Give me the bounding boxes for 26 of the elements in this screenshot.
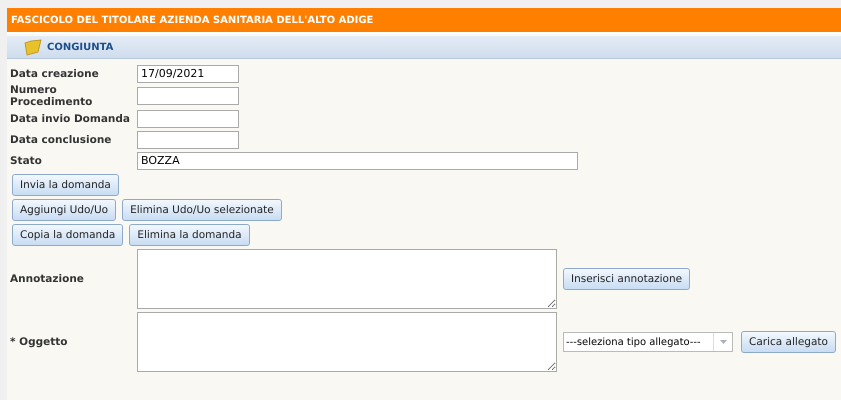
field-label: Data invio Domanda xyxy=(10,112,131,124)
subject-field[interactable] xyxy=(137,312,557,372)
section-title: CONGIUNTA xyxy=(47,42,114,52)
upload-attachment-button[interactable]: Carica allegato xyxy=(741,331,836,353)
text-field[interactable]: BOZZA xyxy=(137,152,578,170)
action-button[interactable]: Elimina Udo/Uo selezionate xyxy=(122,199,282,221)
action-button[interactable]: Invia la domanda xyxy=(12,174,119,196)
field-label: Annotazione xyxy=(10,273,85,285)
field-label: * Oggetto xyxy=(10,336,68,348)
text-field[interactable] xyxy=(137,87,239,105)
annotation-field[interactable] xyxy=(137,249,557,309)
text-field[interactable]: 17/09/2021 xyxy=(137,64,239,82)
dropdown-arrow-icon xyxy=(720,340,726,344)
text-field[interactable] xyxy=(137,130,239,148)
action-button[interactable]: Elimina la domanda xyxy=(129,224,250,246)
attachment-type-dropdown[interactable]: ---seleziona tipo allegato--- xyxy=(563,332,733,352)
action-button[interactable]: Copia la domanda xyxy=(12,224,124,246)
action-button[interactable]: Aggiungi Udo/Uo xyxy=(12,199,116,221)
field-label: Stato xyxy=(10,154,43,166)
field-label: Data conclusione xyxy=(10,134,112,146)
header-title: FASCICOLO DEL TITOLARE AZIENDA SANITARIA DELL'ALTO ADIGE xyxy=(11,14,374,26)
folder-icon xyxy=(23,38,43,56)
field-label: Data creazione xyxy=(10,68,100,80)
text-field[interactable] xyxy=(137,110,239,128)
insert-annotation-button[interactable]: Inserisci annotazione xyxy=(563,268,690,290)
field-label: Numero Procedimento xyxy=(10,84,94,108)
